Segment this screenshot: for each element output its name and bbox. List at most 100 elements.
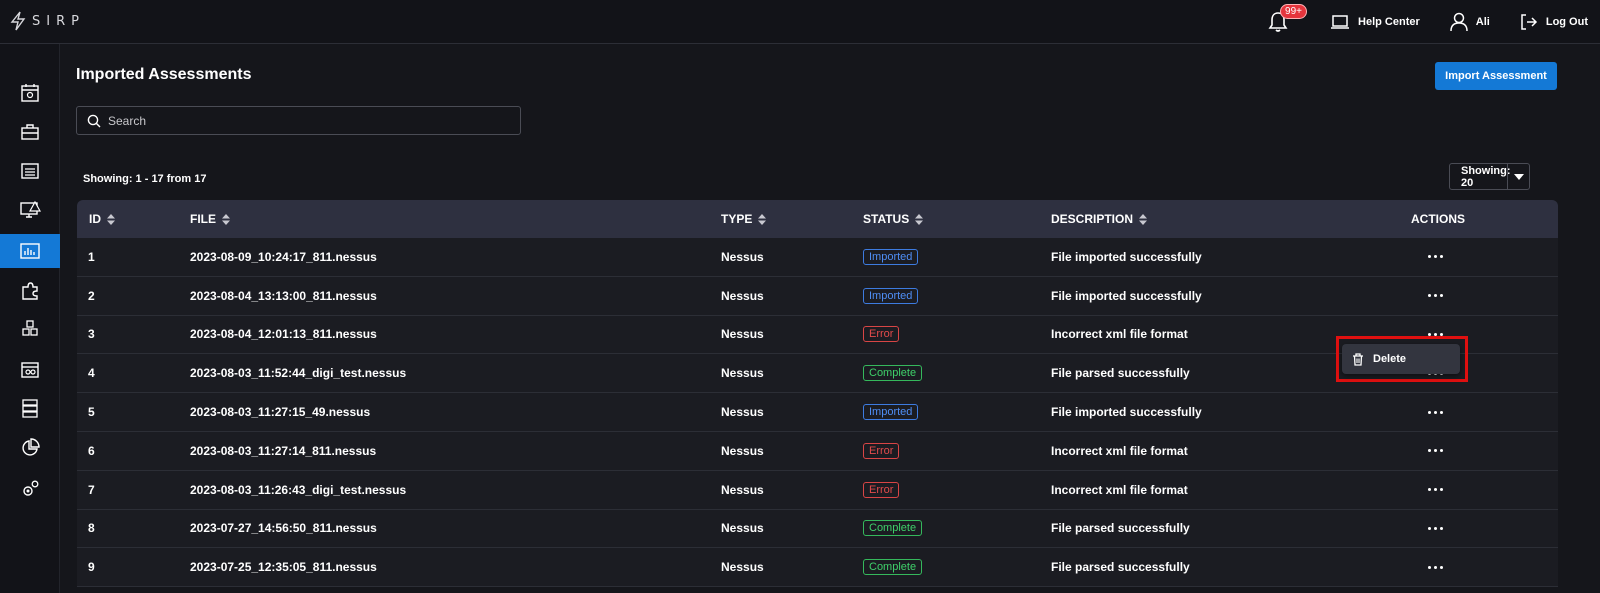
cell-file: 2023-08-03_11:26:43_digi_test.nessus bbox=[190, 482, 407, 497]
top-bar: SIRP 99+ Help Center Ali Log Out bbox=[0, 0, 1600, 44]
cell-description: File imported successfully bbox=[1051, 249, 1202, 264]
user-icon bbox=[1450, 12, 1468, 32]
assessments-table: ID FILE TYPE STATUS DESCRIPTION ACTIONS bbox=[77, 200, 1558, 588]
notifications-button[interactable]: 99+ bbox=[1268, 4, 1307, 33]
cell-description: Incorrect xml file format bbox=[1051, 327, 1188, 342]
status-badge: Imported bbox=[863, 248, 919, 265]
search-box[interactable] bbox=[76, 106, 521, 135]
logout-button[interactable]: Log Out bbox=[1520, 13, 1588, 31]
pie-chart-icon bbox=[22, 438, 40, 456]
briefcase-icon bbox=[21, 124, 39, 140]
cell-type: Nessus bbox=[721, 443, 764, 458]
cell-id: 4 bbox=[88, 366, 95, 381]
laptop-icon bbox=[1331, 15, 1350, 29]
table-row[interactable]: 5 2023-08-03_11:27:15_49.nessus Nessus Impo… bbox=[77, 393, 1558, 432]
calendar-dashboard-icon bbox=[21, 84, 39, 102]
sidebar-item-settings[interactable] bbox=[0, 472, 60, 506]
cell-type: Nessus bbox=[721, 560, 764, 575]
delete-menu-item[interactable]: Delete bbox=[1342, 344, 1460, 374]
cell-status: Error bbox=[863, 432, 900, 470]
cell-file: 2023-08-03_11:27:15_49.nessus bbox=[190, 405, 371, 420]
more-icon bbox=[1427, 488, 1431, 492]
more-icon bbox=[1439, 255, 1443, 259]
cell-type: Nessus bbox=[721, 327, 764, 342]
cell-status: Imported bbox=[863, 238, 919, 276]
help-center-button[interactable]: Help Center bbox=[1330, 14, 1420, 30]
cell-status: Complete bbox=[863, 548, 923, 586]
sidebar-item-monitor[interactable] bbox=[0, 193, 60, 227]
cubes-icon bbox=[22, 320, 38, 336]
column-header-description[interactable]: DESCRIPTION bbox=[1051, 212, 1148, 226]
sidebar-item-assessments[interactable] bbox=[0, 234, 60, 268]
header-label: STATUS bbox=[863, 212, 910, 226]
notification-badge: 99+ bbox=[1280, 4, 1307, 19]
logo[interactable]: SIRP bbox=[10, 11, 85, 31]
status-badge: Error bbox=[863, 481, 900, 498]
row-actions-button[interactable] bbox=[1425, 405, 1445, 419]
sidebar-item-list[interactable] bbox=[0, 154, 60, 188]
row-actions-button[interactable] bbox=[1425, 444, 1445, 458]
cell-id: 7 bbox=[88, 482, 95, 497]
server-icon bbox=[22, 399, 38, 418]
cell-actions bbox=[1425, 471, 1445, 509]
list-icon bbox=[21, 163, 39, 179]
page-size-dropdown-button[interactable] bbox=[1507, 164, 1529, 189]
cell-description: File imported successfully bbox=[1051, 288, 1202, 303]
assessment-chart-icon bbox=[20, 243, 40, 259]
more-icon bbox=[1439, 488, 1443, 492]
sidebar-item-reports[interactable] bbox=[0, 431, 60, 465]
table-row[interactable]: 7 2023-08-03_11:26:43_digi_test.nessus Nes… bbox=[77, 470, 1558, 510]
status-badge: Error bbox=[863, 326, 900, 343]
sidebar-item-integrations[interactable] bbox=[0, 274, 60, 308]
cell-type: Nessus bbox=[721, 249, 764, 264]
sidebar-item-dashboard[interactable] bbox=[0, 76, 60, 110]
search-input[interactable] bbox=[108, 113, 508, 128]
column-header-id[interactable]: ID bbox=[89, 212, 115, 226]
table-row[interactable]: 1 2023-08-09_10:24:17_811.nessus Nessus Imp… bbox=[77, 238, 1558, 277]
user-menu[interactable]: Ali bbox=[1450, 12, 1490, 32]
cell-status: Complete bbox=[863, 510, 923, 548]
page-size-select[interactable]: Showing: 20 bbox=[1449, 163, 1530, 190]
table-row[interactable]: 6 2023-08-03_11:27:14_811.nessus Nessus Err… bbox=[77, 431, 1558, 471]
cell-description: File imported successfully bbox=[1051, 405, 1202, 420]
cell-status: Error bbox=[863, 471, 900, 509]
more-icon bbox=[1439, 565, 1443, 569]
table-row[interactable]: 8 2023-07-27_14:56:50_811.nessus Nessus Com… bbox=[77, 509, 1558, 549]
monitor-alert-icon bbox=[20, 200, 41, 218]
more-icon bbox=[1433, 255, 1437, 259]
window-group-icon bbox=[21, 362, 39, 378]
cell-status: Complete bbox=[863, 354, 923, 392]
row-actions-button[interactable] bbox=[1425, 483, 1445, 497]
table-row[interactable]: 9 2023-07-25_12:35:05_811.nessus Nessus Com… bbox=[77, 548, 1558, 588]
page-title: Imported Assessments bbox=[76, 66, 252, 83]
row-actions-button[interactable] bbox=[1425, 521, 1445, 535]
row-actions-button[interactable] bbox=[1425, 250, 1445, 264]
more-icon bbox=[1433, 565, 1437, 569]
sidebar-item-assets[interactable] bbox=[0, 312, 60, 346]
trash-icon bbox=[1353, 352, 1363, 366]
sidebar-item-servers[interactable] bbox=[0, 391, 60, 425]
caret-down-icon bbox=[1513, 173, 1524, 180]
table-row[interactable]: 2 2023-08-04_13:13:00_811.nessus Nessus Imp… bbox=[77, 276, 1558, 316]
cell-file: 2023-08-04_13:13:00_811.nessus bbox=[190, 288, 377, 303]
import-assessment-button[interactable]: Import Assessment bbox=[1435, 62, 1557, 90]
sidebar-item-windows[interactable] bbox=[0, 353, 60, 387]
more-icon bbox=[1427, 255, 1431, 259]
status-badge: Error bbox=[863, 442, 900, 459]
logo-text: SIRP bbox=[32, 13, 85, 29]
column-header-file[interactable]: FILE bbox=[190, 212, 230, 226]
cell-actions bbox=[1425, 277, 1445, 315]
column-header-status[interactable]: STATUS bbox=[863, 212, 924, 226]
sidebar-item-cases[interactable] bbox=[0, 115, 60, 149]
more-icon bbox=[1433, 526, 1437, 530]
row-actions-button[interactable] bbox=[1425, 289, 1445, 303]
cell-actions bbox=[1425, 393, 1445, 431]
header-label: ACTIONS bbox=[1411, 212, 1465, 226]
row-actions-button[interactable] bbox=[1425, 560, 1445, 574]
cell-id: 2 bbox=[88, 288, 95, 303]
cell-file: 2023-08-09_10:24:17_811.nessus bbox=[190, 249, 377, 264]
more-icon bbox=[1439, 526, 1443, 530]
cell-id: 8 bbox=[88, 521, 95, 536]
column-header-type[interactable]: TYPE bbox=[721, 212, 767, 226]
more-icon bbox=[1439, 294, 1443, 298]
